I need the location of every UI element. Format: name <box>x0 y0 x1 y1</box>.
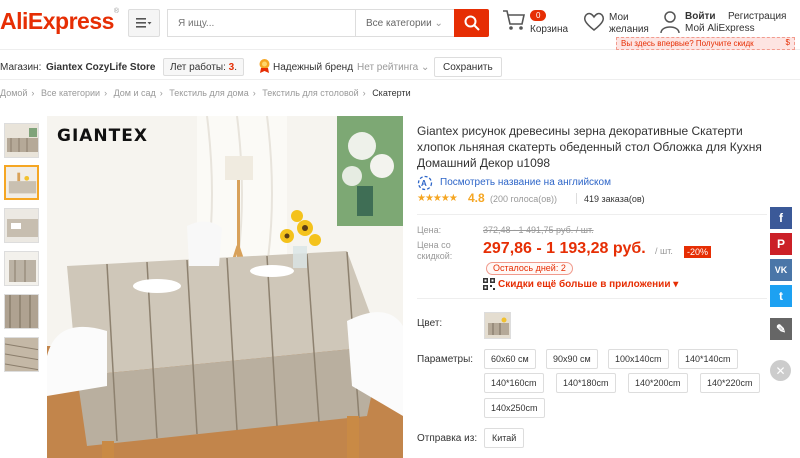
breadcrumb-item[interactable]: Все категории <box>41 88 100 98</box>
trusted-brand-label: Надежный бренд <box>273 62 354 73</box>
divider <box>576 193 577 204</box>
breadcrumb: Домой › Все категории › Дом и сад › Текстил… <box>0 88 411 98</box>
ship-from-option[interactable]: Китай <box>484 428 525 448</box>
size-option[interactable]: 140*160cm <box>484 373 544 393</box>
caret-down-icon: ▾ <box>673 279 679 290</box>
rating-score: 4.8 <box>468 191 485 205</box>
heart-icon[interactable] <box>583 12 605 32</box>
rating-stars: ★★★★★ <box>417 193 458 204</box>
store-name-link[interactable]: Giantex CozyLife Store <box>46 62 155 73</box>
chevron-down-icon: ⌄ <box>434 18 443 29</box>
pinterest-share-icon[interactable]: P <box>770 233 792 255</box>
product-thumbnail[interactable] <box>4 251 39 286</box>
user-icon <box>660 11 680 34</box>
app-discount-link[interactable]: Скидки ещё больше в приложении ▾ <box>498 279 678 290</box>
svg-text:A: A <box>421 179 427 188</box>
divider <box>417 298 767 299</box>
size-option[interactable]: 100x140cm <box>608 349 669 369</box>
search-category-select[interactable]: Все категории ⌄ <box>355 9 455 37</box>
edit-icon[interactable]: ✎ <box>770 318 792 340</box>
close-icon[interactable]: ✕ <box>770 360 791 381</box>
medal-icon <box>259 59 270 73</box>
search-button[interactable] <box>454 9 489 37</box>
size-option[interactable]: 90x90 см <box>546 349 598 369</box>
per-unit-label: / шт. <box>655 246 673 256</box>
product-main-image[interactable] <box>47 116 403 458</box>
product-thumbnail[interactable] <box>4 294 39 329</box>
product-thumbnail-selected[interactable] <box>4 165 39 200</box>
translate-link[interactable]: Посмотреть название на английском <box>440 177 611 188</box>
my-aliexpress-link[interactable]: Мой AliExpress <box>685 23 755 34</box>
size-option[interactable]: 140*180cm <box>556 373 616 393</box>
divider <box>417 214 767 215</box>
size-option[interactable]: 140x250cm <box>484 398 545 418</box>
vk-share-icon[interactable]: VK <box>770 259 792 281</box>
newbie-coupon-banner[interactable]: Вы здесь впервые? Получите скидк $ <box>616 37 795 50</box>
price-label: Цена: <box>417 225 442 235</box>
breadcrumb-item[interactable]: Текстиль для столовой <box>262 88 358 98</box>
color-label: Цвет: <box>417 318 443 329</box>
breadcrumb-item[interactable]: Текстиль для дома <box>169 88 248 98</box>
store-years-badge: Лет работы: 3. <box>163 58 245 76</box>
menu-icon <box>136 18 152 28</box>
discount-price-label: Цена со скидкой: <box>417 240 453 261</box>
product-thumbnail[interactable] <box>4 337 39 372</box>
product-thumbnail[interactable] <box>4 123 39 158</box>
breadcrumb-current: Скатерти <box>372 88 411 98</box>
cart-label[interactable]: Корзина <box>530 24 568 35</box>
category-menu-button[interactable] <box>128 9 160 37</box>
ship-from-label: Отправка из: <box>417 433 478 444</box>
wishlist-link[interactable]: Мои желания <box>609 12 649 36</box>
brand-watermark: GIANTEX <box>57 126 148 146</box>
cart-count-badge: 0 <box>530 10 547 21</box>
old-price: 372,48 - 1 491,75 руб. / шт. <box>483 225 594 235</box>
size-option[interactable]: 140*220cm <box>700 373 760 393</box>
search-icon <box>464 15 480 31</box>
signin-link[interactable]: Войти <box>685 11 716 22</box>
facebook-share-icon[interactable]: f <box>770 207 792 229</box>
save-store-button[interactable]: Сохранить <box>434 57 502 77</box>
cart-icon[interactable] <box>502 8 526 32</box>
days-left-badge: Осталось дней: 2 <box>486 262 573 275</box>
aliexpress-logo[interactable]: AliExpress® <box>0 8 119 35</box>
qr-code-icon <box>483 278 495 290</box>
color-swatch[interactable] <box>484 312 511 339</box>
product-title: Giantex рисунок древесины зерна декорати… <box>417 124 762 170</box>
register-link[interactable]: Регистрация <box>728 11 786 22</box>
store-rating-dropdown[interactable]: Нет рейтинга ⌄ <box>357 62 429 73</box>
size-option[interactable]: 140*140cm <box>678 349 738 369</box>
breadcrumb-item[interactable]: Домой <box>0 88 27 98</box>
rating-votes-link[interactable]: (200 голоса(ов)) <box>490 194 557 204</box>
store-label: Магазин: <box>0 62 42 73</box>
size-option[interactable]: 140*200cm <box>628 373 688 393</box>
chevron-down-icon: ⌄ <box>420 62 430 73</box>
product-thumbnail[interactable] <box>4 208 39 243</box>
discount-percent-badge: -20% <box>684 246 712 258</box>
translate-icon: A <box>417 175 433 191</box>
twitter-share-icon[interactable]: t <box>770 285 792 307</box>
search-input[interactable] <box>168 10 355 36</box>
params-label: Параметры: <box>417 354 474 365</box>
size-option[interactable]: 60x60 см <box>484 349 536 369</box>
orders-count: 419 заказа(ов) <box>584 194 645 204</box>
breadcrumb-item[interactable]: Дом и сад <box>114 88 156 98</box>
discount-price: 297,86 - 1 193,28 руб. <box>483 240 646 257</box>
